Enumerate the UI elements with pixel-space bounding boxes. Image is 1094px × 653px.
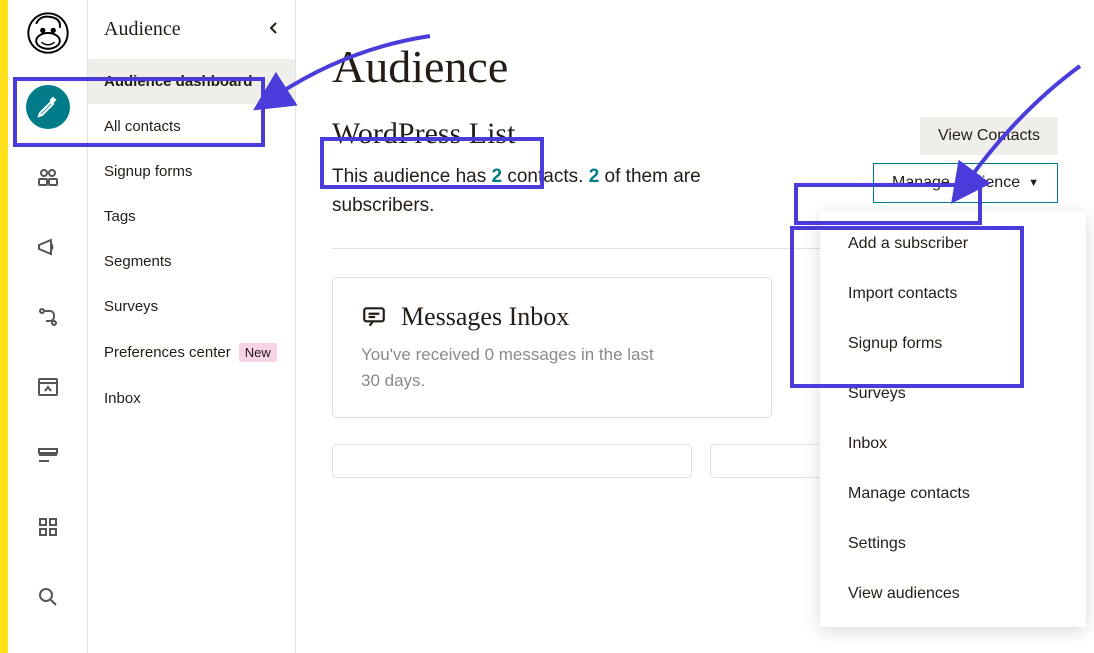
subscribers-count: 2 — [589, 166, 600, 187]
sidebar-item-tags[interactable]: Tags — [88, 194, 295, 239]
accent-bar — [0, 0, 8, 653]
dropdown-add-subscriber[interactable]: Add a subscriber — [820, 219, 1086, 269]
sidebar-item-label: Surveys — [104, 298, 158, 315]
website-icon — [36, 375, 60, 399]
search-icon — [36, 585, 60, 609]
sidebar-item-label: Inbox — [104, 390, 141, 407]
dropdown-label: Import contacts — [848, 285, 957, 302]
rail-automations[interactable] — [26, 295, 70, 339]
dropdown-import-contacts[interactable]: Import contacts — [820, 269, 1086, 319]
sidebar-item-label: Tags — [104, 208, 136, 225]
rail-content[interactable] — [26, 435, 70, 479]
sub-sidebar: Audience Audience dashboard All contacts… — [88, 0, 296, 653]
sidebar-item-all-contacts[interactable]: All contacts — [88, 104, 295, 149]
dropdown-label: Manage contacts — [848, 485, 970, 502]
sidebar-item-preferences[interactable]: Preferences center New — [88, 329, 295, 376]
sidebar-item-signup-forms[interactable]: Signup forms — [88, 149, 295, 194]
megaphone-icon — [36, 235, 60, 259]
manage-audience-button[interactable]: Manage Audience ▼ — [873, 163, 1058, 203]
people-icon — [36, 165, 60, 189]
dropdown-label: Settings — [848, 535, 906, 552]
sidebar-item-surveys[interactable]: Surveys — [88, 284, 295, 329]
audience-list-name: WordPress List — [332, 117, 772, 151]
sub-sidebar-title: Audience — [104, 18, 181, 41]
new-badge: New — [239, 343, 277, 362]
manage-audience-dropdown: Add a subscriber Import contacts Signup … — [820, 211, 1086, 627]
dropdown-signup-forms[interactable]: Signup forms — [820, 319, 1086, 369]
sidebar-item-inbox[interactable]: Inbox — [88, 376, 295, 421]
messages-inbox-card[interactable]: Messages Inbox You've received 0 message… — [332, 277, 772, 418]
sub-sidebar-list: Audience dashboard All contacts Signup f… — [88, 59, 295, 421]
dropdown-inbox[interactable]: Inbox — [820, 419, 1086, 469]
rail-campaigns[interactable] — [26, 225, 70, 269]
dropdown-manage-contacts[interactable]: Manage contacts — [820, 469, 1086, 519]
sidebar-item-label: Segments — [104, 253, 172, 270]
button-label: Manage Audience — [892, 174, 1020, 192]
rail-integrations[interactable] — [26, 505, 70, 549]
journey-icon — [36, 305, 60, 329]
card-placeholder[interactable] — [332, 444, 692, 478]
dropdown-surveys[interactable]: Surveys — [820, 369, 1086, 419]
sidebar-item-label: All contacts — [104, 118, 181, 135]
contacts-count: 2 — [492, 166, 503, 187]
audience-description: This audience has 2 contacts. 2 of them … — [332, 163, 772, 220]
audience-actions: View Contacts Manage Audience ▼ Add a su… — [873, 117, 1058, 203]
dropdown-label: Inbox — [848, 435, 887, 452]
dropdown-label: Surveys — [848, 385, 906, 402]
desc-text: This audience has — [332, 166, 492, 187]
chat-icon — [361, 304, 387, 330]
dropdown-label: View audiences — [848, 585, 960, 602]
page-title: Audience — [332, 40, 1058, 93]
sidebar-item-dashboard[interactable]: Audience dashboard — [88, 59, 295, 104]
icon-rail — [8, 0, 88, 653]
rail-audience[interactable] — [26, 155, 70, 199]
sidebar-item-label: Preferences center — [104, 344, 231, 361]
grid-icon — [36, 515, 60, 539]
dropdown-view-audiences[interactable]: View audiences — [820, 569, 1086, 619]
dropdown-settings[interactable]: Settings — [820, 519, 1086, 569]
dropdown-label: Add a subscriber — [848, 235, 968, 252]
dropdown-label: Signup forms — [848, 335, 942, 352]
desc-text: contacts. — [502, 166, 589, 187]
sidebar-item-label: Audience dashboard — [104, 73, 252, 90]
chevron-down-icon: ▼ — [1028, 177, 1039, 189]
pencil-icon — [36, 95, 60, 119]
inbox-subtitle: You've received 0 messages in the last 3… — [361, 342, 671, 393]
rail-search[interactable] — [26, 575, 70, 619]
rail-website[interactable] — [26, 365, 70, 409]
layout-icon — [36, 445, 60, 469]
freddie-icon — [27, 12, 69, 54]
button-label: View Contacts — [938, 127, 1040, 144]
brand-logo[interactable] — [27, 12, 69, 59]
rail-create[interactable] — [26, 85, 70, 129]
sub-sidebar-header[interactable]: Audience — [88, 0, 295, 59]
main-content: Audience WordPress List This audience ha… — [296, 0, 1094, 653]
view-contacts-button[interactable]: View Contacts — [920, 117, 1058, 155]
chevron-left-icon — [269, 18, 279, 41]
sidebar-item-segments[interactable]: Segments — [88, 239, 295, 284]
sidebar-item-label: Signup forms — [104, 163, 192, 180]
inbox-title: Messages Inbox — [401, 302, 569, 332]
